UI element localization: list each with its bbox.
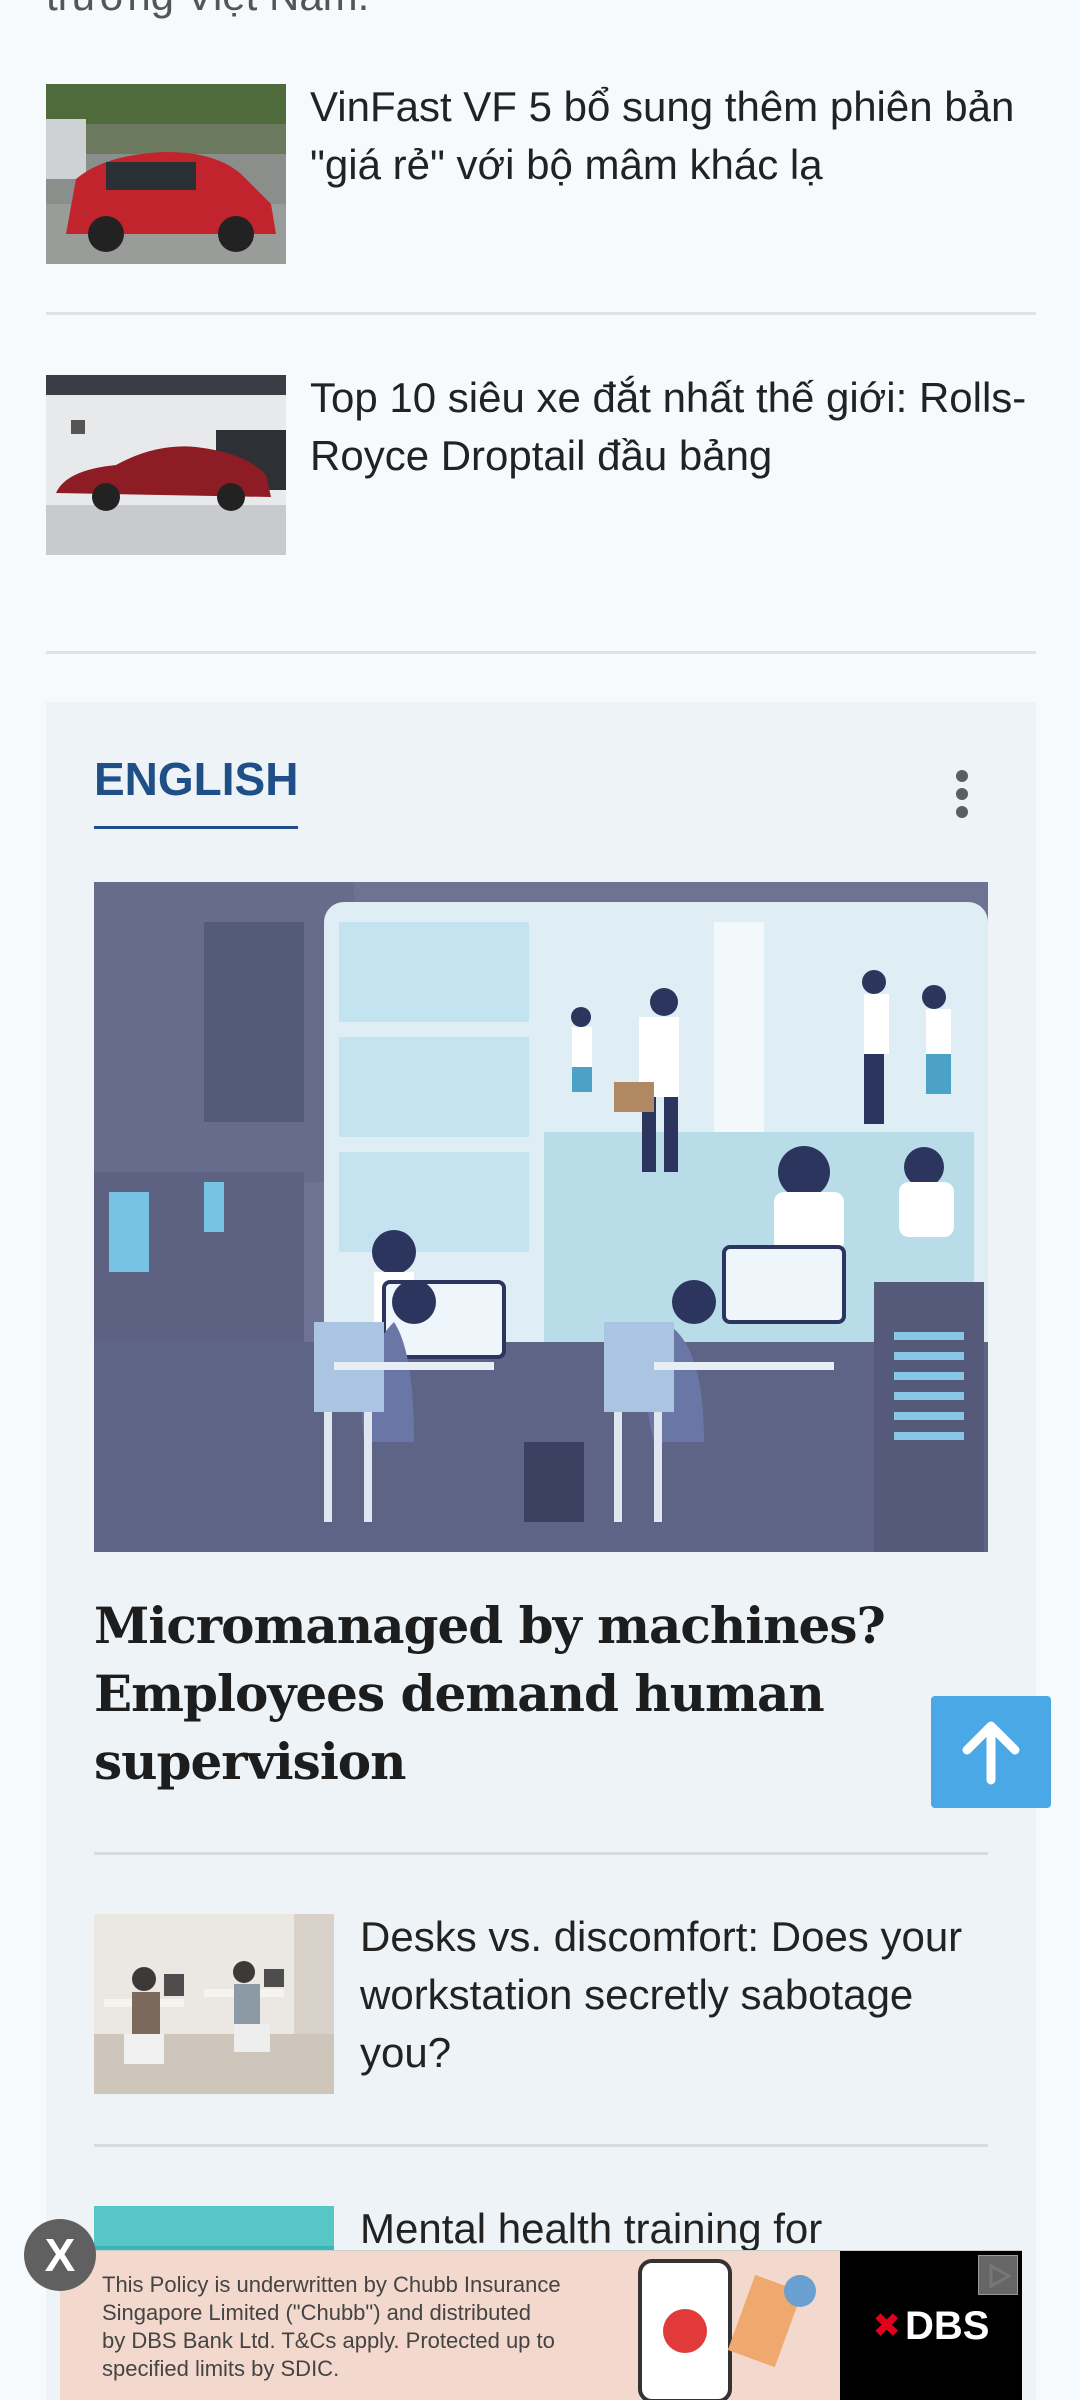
news-title[interactable]: Desks vs. discomfort: Does your workstat… bbox=[360, 1908, 988, 2082]
news-item[interactable]: VinFast VF 5 bổ sung thêm phiên bản "giá… bbox=[46, 83, 1036, 264]
dbs-star-icon: ✖ bbox=[872, 2307, 902, 2345]
news-item[interactable]: Top 10 siêu xe đắt nhất thế giới: Rolls-… bbox=[46, 374, 1036, 555]
divider bbox=[94, 1852, 988, 1855]
ad-choices-icon[interactable] bbox=[978, 2255, 1018, 2295]
previous-article-text: trường Việt Nam. bbox=[46, 0, 369, 20]
arrow-up-icon bbox=[962, 1721, 1020, 1785]
more-vertical-icon[interactable] bbox=[950, 770, 974, 818]
close-ad-button[interactable]: X bbox=[24, 2219, 96, 2291]
ad-illustration bbox=[638, 2259, 816, 2400]
news-item[interactable]: Desks vs. discomfort: Does your workstat… bbox=[94, 1913, 988, 2094]
hero-image[interactable] bbox=[94, 882, 988, 1552]
hero-article-title[interactable]: Micromanaged by machines? Employees dema… bbox=[94, 1592, 954, 1796]
news-title[interactable]: Top 10 siêu xe đắt nhất thế giới: Rolls-… bbox=[310, 369, 1036, 485]
ad-banner[interactable]: This Policy is underwritten by Chubb Ins… bbox=[60, 2250, 1022, 2400]
news-title[interactable]: VinFast VF 5 bổ sung thêm phiên bản "giá… bbox=[310, 78, 1036, 194]
divider bbox=[46, 651, 1036, 654]
page: trường Việt Nam. VinFast VF 5 bổ sung th… bbox=[0, 0, 1080, 2400]
back-to-top-button[interactable] bbox=[931, 1696, 1051, 1808]
news-thumbnail[interactable] bbox=[46, 375, 286, 555]
divider bbox=[46, 312, 1036, 315]
section-title[interactable]: ENGLISH bbox=[94, 752, 299, 829]
news-thumbnail[interactable] bbox=[46, 84, 286, 264]
ad-disclaimer: This Policy is underwritten by Chubb Ins… bbox=[102, 2272, 561, 2381]
news-thumbnail[interactable] bbox=[94, 1914, 334, 2094]
english-section: ENGLISH Micromanaged by machines? Employ… bbox=[46, 702, 1036, 2400]
divider bbox=[94, 2144, 988, 2147]
